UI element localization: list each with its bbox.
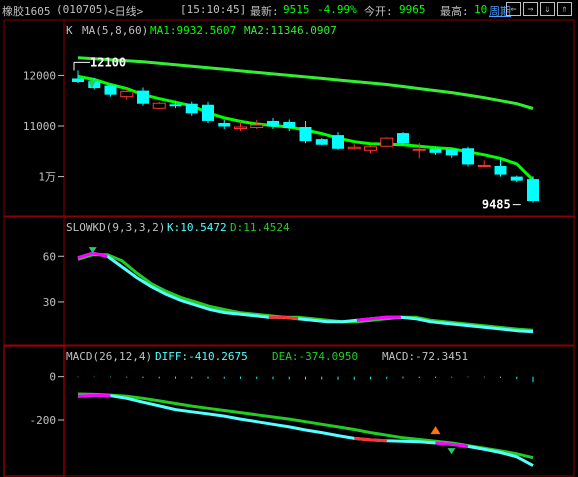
candle-body [315, 139, 328, 145]
y-tick-label: 1万 [38, 171, 56, 184]
candle-body [412, 148, 426, 151]
ma-indicator-label: MA(5,8,60) [82, 24, 148, 37]
kd-k-label: K:10.5472 [167, 221, 227, 234]
candle-body [283, 121, 296, 129]
candle-body [347, 146, 361, 150]
candle-body [380, 137, 394, 147]
candle-body [185, 103, 198, 114]
candle-body [299, 127, 312, 142]
candle-body [267, 120, 279, 127]
macd-up-arrow [430, 426, 441, 435]
candle-body [397, 133, 409, 144]
candle-body [364, 146, 377, 151]
y-tick-label: 11000 [23, 120, 56, 133]
kd-lines [77, 247, 534, 334]
macd-cross-segment [77, 393, 111, 398]
candle-body [510, 176, 523, 181]
low-annotation: 9485 [482, 198, 511, 212]
k-line [77, 251, 534, 334]
ma2-label: MA2:11346.0907 [244, 24, 337, 37]
candle-body [527, 179, 539, 202]
kd-arrow-marker [88, 247, 97, 254]
price-panel-frame [3, 19, 575, 217]
candle-body [429, 148, 442, 153]
price-annotations: 12100 9485 [73, 55, 521, 212]
kd-y-axis: 60 30 [43, 250, 64, 309]
macd-cross-segment [354, 436, 387, 443]
diff-line [77, 393, 534, 467]
candle-body [152, 102, 166, 109]
y-tick-label: 0 [49, 371, 56, 384]
macd-y-axis: 0 -200 [30, 371, 64, 427]
candle-body [72, 78, 84, 82]
kd-d-label: D:11.4524 [230, 221, 290, 234]
kd-cross-segment [268, 315, 299, 321]
candle-body [202, 104, 214, 121]
y-tick-label: -200 [30, 414, 57, 427]
candle-body [234, 126, 247, 130]
y-tick-label: 30 [43, 296, 56, 309]
kd-title: SLOWKD(9,3,3,2) [66, 221, 165, 234]
macd-lines [77, 392, 534, 467]
price-candles [72, 70, 539, 203]
macd-down-arrow [447, 448, 456, 455]
candle-body [462, 148, 474, 165]
macd-dea-label: DEA:-374.0950 [272, 350, 358, 363]
candle-body [494, 165, 507, 175]
candle-body [250, 124, 264, 129]
candle-body [477, 164, 491, 167]
candle-body [169, 104, 182, 107]
candle-body [120, 91, 134, 98]
chart-canvas[interactable]: K MA(5,8,60) MA1:9932.5607 MA2:11346.090… [0, 0, 578, 477]
macd-diff-label: DIFF:-410.2675 [155, 350, 248, 363]
price-y-axis: 12000 11000 1万 [23, 69, 64, 184]
candle-body [104, 85, 117, 95]
price-title: K [66, 24, 73, 37]
macd-panel-frame [3, 345, 575, 477]
high-annotation: 12100 [90, 55, 126, 69]
candle-body [332, 135, 344, 149]
macd-title: MACD(26,12,4) [66, 350, 152, 363]
candle-body [137, 90, 149, 104]
candle-body [218, 122, 231, 127]
y-tick-label: 12000 [23, 69, 56, 82]
macd-axis-highlight [3, 345, 65, 477]
ma1-label: MA1:9932.5607 [150, 24, 236, 37]
candle-body [445, 149, 458, 156]
macd-value-label: MACD:-72.3451 [382, 350, 468, 363]
macd-histogram [77, 376, 534, 383]
y-tick-label: 60 [43, 250, 56, 263]
